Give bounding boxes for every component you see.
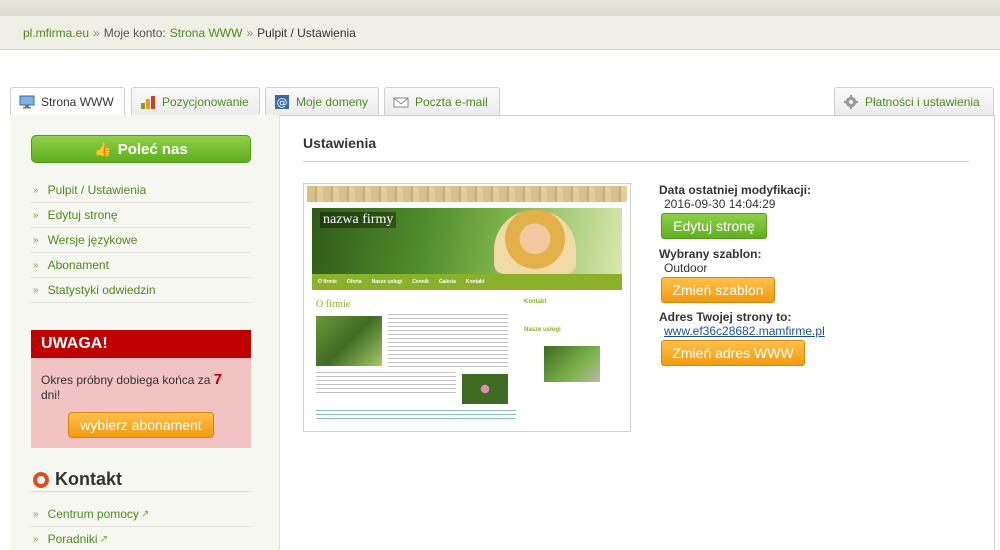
- breadcrumb-separator: »: [246, 25, 254, 40]
- template-label: Wybrany szablon:: [659, 247, 762, 261]
- tab-label: Poczta e-mail: [415, 94, 488, 109]
- title-divider: [303, 161, 969, 162]
- sidebar-item-help-center[interactable]: » Centrum pomocy ↗: [31, 502, 251, 527]
- preview-side-heading: Nasze usługi: [524, 327, 561, 333]
- sidebar-item-label: Abonament: [47, 258, 109, 272]
- top-strip: [0, 0, 1000, 16]
- address-label: Adres Twojej strony to:: [659, 310, 792, 324]
- bar-chart-icon: [140, 95, 156, 109]
- monitor-icon: [19, 95, 35, 109]
- preview-nav-item: Oferta: [346, 279, 362, 285]
- tab-label: Pozycjonowanie: [162, 94, 249, 109]
- sidebar-item-statystyki[interactable]: » Statystyki odwiedzin: [31, 278, 251, 303]
- preview-photo: [316, 316, 382, 366]
- breadcrumb-current: Pulpit / Ustawienia: [257, 25, 356, 40]
- preview-text-block: [316, 372, 456, 394]
- site-info: Data ostatniej modyfikacji: 2016-09-30 1…: [659, 183, 959, 366]
- tab-strona-www[interactable]: Strona WWW: [10, 87, 125, 116]
- breadcrumb-account-link[interactable]: Strona WWW: [170, 26, 243, 40]
- preview-nav-item: Galeria: [438, 279, 456, 285]
- preview-text-block: [388, 314, 508, 368]
- last-modified-value: 2016-09-30 14:04:29: [664, 197, 776, 211]
- tab-pozycjonowanie[interactable]: Pozycjonowanie: [131, 87, 260, 115]
- warning-text-before: Okres próbny dobiega końca za: [41, 373, 211, 387]
- external-link-icon: ↗: [140, 508, 150, 520]
- preview-photo: [462, 374, 508, 404]
- sidebar-item-wersje[interactable]: » Wersje językowe: [31, 228, 251, 253]
- external-link-icon: ↗: [99, 533, 108, 545]
- edit-site-button[interactable]: Edytuj stronę: [661, 213, 767, 239]
- preview-wood-header: [307, 186, 627, 202]
- preview-nav-item: Nasze usługi: [371, 279, 403, 285]
- preview-heading: O firmie: [316, 299, 351, 310]
- arrow-right-icon: »: [33, 533, 39, 545]
- preview-nav-item: Cennik: [412, 279, 429, 285]
- sidebar: 👍 Poleć nas » Pulpit / Ustawienia » Edytuj…: [10, 115, 280, 550]
- preview-side-heading: Kontakt: [524, 299, 547, 305]
- arrow-right-icon: »: [33, 284, 39, 296]
- change-address-button[interactable]: Zmień adres WWW: [661, 340, 805, 366]
- change-template-button[interactable]: Zmień szablon: [661, 277, 775, 303]
- preview-nav-item: Kontakt: [465, 279, 485, 285]
- preview-photo: [494, 210, 576, 274]
- contact-menu: » Centrum pomocy ↗ » Poradniki ↗: [31, 502, 251, 550]
- at-sign-icon: @: [274, 94, 290, 109]
- tab-label: Moje domeny: [296, 94, 369, 109]
- warning-text: Okres próbny dobiega końca za 7 dni!: [31, 358, 251, 403]
- contact-header: Kontakt: [31, 468, 251, 492]
- preview-text-block: [316, 410, 516, 420]
- warning-text-after: dni!: [41, 388, 61, 402]
- preview-hero: nazwa firmy: [312, 208, 622, 274]
- sidebar-item-abonament[interactable]: » Abonament: [31, 253, 251, 278]
- page-title: Ustawienia: [303, 135, 377, 151]
- breadcrumb-separator: »: [93, 25, 100, 40]
- arrow-right-icon: »: [33, 259, 39, 271]
- arrow-right-icon: »: [33, 209, 39, 221]
- tab-platnosci-ustawienia[interactable]: Płatności i ustawienia: [834, 87, 994, 115]
- warning-days: 7: [213, 371, 223, 388]
- choose-plan-button[interactable]: wybierz abonament: [68, 412, 214, 438]
- template-value: Outdoor: [664, 261, 708, 275]
- sidebar-item-label: Centrum pomocy: [47, 507, 139, 521]
- sidebar-menu: » Pulpit / Ustawienia » Edytuj stronę » Wer…: [31, 178, 251, 303]
- arrow-right-icon: »: [33, 184, 39, 196]
- sidebar-item-edytuj[interactable]: » Edytuj stronę: [31, 203, 251, 228]
- contact-title: Kontakt: [55, 469, 122, 489]
- tab-moje-domeny[interactable]: @ Moje domeny: [265, 87, 379, 115]
- breadcrumb-account-label: Moje konto:: [103, 25, 166, 40]
- sidebar-item-label: Poradniki: [47, 532, 98, 546]
- trial-warning-box: UWAGA! Okres próbny dobiega końca za 7 d…: [31, 330, 251, 448]
- svg-text:@: @: [277, 96, 288, 109]
- last-modified-label: Data ostatniej modyfikacji:: [659, 183, 812, 197]
- preview-site-name: nazwa firmy: [320, 212, 397, 228]
- recommend-label: Poleć nas: [117, 140, 188, 158]
- warning-title: UWAGA!: [31, 330, 251, 358]
- tab-poczta-email[interactable]: Poczta e-mail: [384, 87, 500, 115]
- tab-label: Strona WWW: [41, 95, 114, 109]
- lifebuoy-icon: [33, 471, 49, 488]
- arrow-right-icon: »: [33, 508, 39, 520]
- template-preview-image: nazwa firmy O firmie Oferta Nasze usługi…: [303, 183, 631, 432]
- sidebar-item-guides[interactable]: » Poradniki ↗: [31, 527, 251, 550]
- sidebar-item-label: Wersje językowe: [47, 233, 138, 247]
- sidebar-item-label: Edytuj stronę: [47, 208, 118, 222]
- sidebar-item-label: Pulpit / Ustawienia: [47, 183, 147, 197]
- preview-nav-item: O firmie: [318, 279, 337, 285]
- tab-label: Płatności i ustawienia: [865, 94, 980, 109]
- envelope-icon: [393, 95, 409, 109]
- recommend-button[interactable]: 👍 Poleć nas: [31, 135, 251, 163]
- gear-icon: [843, 94, 859, 109]
- preview-photo: [544, 346, 600, 382]
- sidebar-item-pulpit[interactable]: » Pulpit / Ustawienia: [31, 178, 251, 203]
- breadcrumb: pl.mfirma.eu » Moje konto: Strona WWW » …: [0, 16, 1000, 50]
- arrow-right-icon: »: [33, 234, 39, 246]
- thumbs-up-icon: 👍: [94, 140, 112, 157]
- site-address-link[interactable]: www.ef36c28682.mamfirme.pl: [659, 324, 959, 338]
- breadcrumb-site-link[interactable]: pl.mfirma.eu: [23, 26, 89, 40]
- sidebar-item-label: Statystyki odwiedzin: [47, 283, 156, 297]
- main-tabs: Strona WWW Pozycjonowanie @ Moje domeny …: [10, 87, 995, 116]
- preview-nav: O firmie Oferta Nasze usługi Cennik Gale…: [312, 274, 622, 290]
